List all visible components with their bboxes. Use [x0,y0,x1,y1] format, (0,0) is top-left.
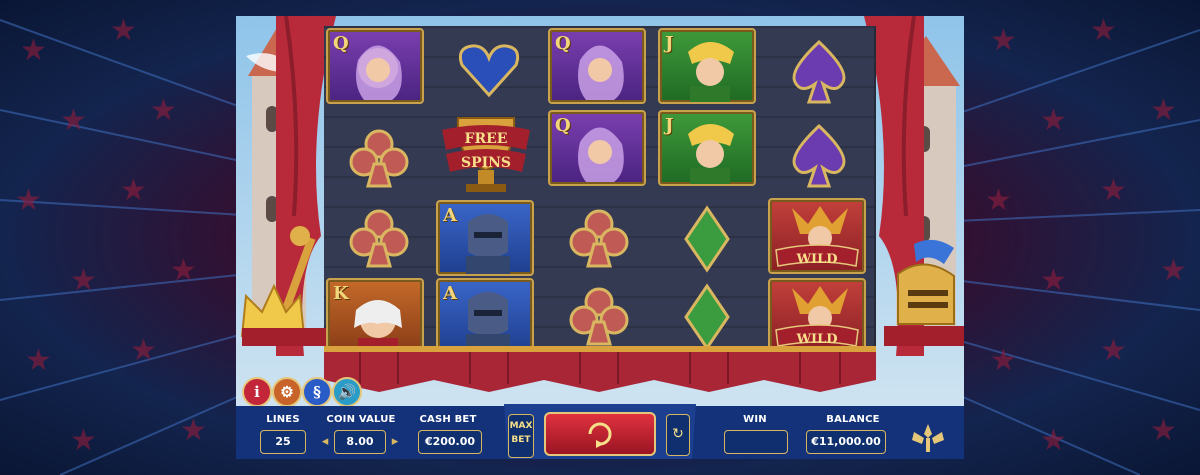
svg-text:★: ★ [70,263,97,298]
svg-text:★: ★ [150,93,177,128]
win-value [724,430,788,454]
king-symbol: K [326,278,424,354]
card-rank: K [333,283,349,304]
svg-text:★: ★ [170,253,197,288]
spade-symbol [792,39,846,104]
coin-value: 8.00 [334,430,386,454]
svg-text:★: ★ [1090,13,1117,48]
reel-area: Q K FREE SPINS A A Q Q J J WILD WILD [324,26,876,356]
card-rank: Q [555,33,571,54]
diamond-symbol [684,283,730,351]
svg-text:★: ★ [20,33,47,68]
wild-text: WILD [795,332,837,347]
max-bet-line1: MAX [509,421,533,431]
svg-text:★: ★ [985,183,1012,218]
slot-game-frame: Q K FREE SPINS A A Q Q J J WILD WILD i ⚙… [236,16,964,459]
yggdrasil-logo-icon [912,424,944,452]
spin-button[interactable] [544,412,656,456]
svg-text:★: ★ [1040,263,1067,298]
card-rank: A [443,205,457,226]
svg-text:★: ★ [120,173,147,208]
coin-decrease-icon[interactable]: ◂ [320,432,330,452]
club-symbol [349,129,409,188]
svg-text:★: ★ [1160,253,1187,288]
crown-scepter-decoration [240,226,326,346]
wild-text: WILD [795,252,837,267]
jack-symbol: J [658,28,756,104]
free-spins-text-2: SPINS [461,155,511,171]
club-symbol [569,209,629,268]
knight-helmet-decoration [884,239,964,346]
ace-symbol: A [436,200,534,276]
ace-symbol: A [436,278,534,354]
max-bet-button[interactable]: MAX BET [508,414,534,458]
svg-text:★: ★ [180,413,207,448]
svg-text:★: ★ [990,343,1017,378]
cash-bet-value: €200.00 [418,430,482,454]
svg-text:★: ★ [60,103,87,138]
free-spins-symbol: FREE SPINS [442,117,530,192]
coin-value-label: COIN VALUE [326,414,396,425]
queen-symbol: Q [548,28,646,104]
balance-label: BALANCE [826,414,880,425]
card-rank: J [665,115,674,136]
win-label: WIN [743,414,767,425]
svg-text:★: ★ [15,183,42,218]
autoplay-icon[interactable]: ↻ [666,414,690,456]
coin-increase-icon[interactable]: ▸ [390,432,400,452]
card-rank: Q [555,115,571,136]
spin-arrows-icon [588,422,612,448]
svg-text:★: ★ [1100,173,1127,208]
card-rank: J [665,33,674,54]
svg-text:★: ★ [1040,423,1067,458]
svg-text:★: ★ [130,333,157,368]
svg-text:★: ★ [110,13,137,48]
balance-value: €11,000.00 [806,430,886,454]
svg-text:★: ★ [70,423,97,458]
lines-value: 25 [260,430,306,454]
spade-symbol [792,123,846,188]
svg-text:★: ★ [1150,413,1177,448]
diamond-symbol [684,205,730,273]
wild-symbol: WILD [768,278,866,354]
card-rank: Q [333,33,349,54]
lines-label: LINES [266,414,300,425]
card-rank: A [443,283,457,304]
stage-valance [324,346,876,392]
queen-symbol: Q [548,110,646,186]
max-bet-line2: BET [511,435,531,445]
svg-text:★: ★ [1150,93,1177,128]
control-bar: LINES 25 COIN VALUE ◂ 8.00 ▸ CASH BET €2… [236,394,964,459]
club-symbol [569,287,629,346]
heart-symbol [458,44,520,98]
svg-text:★: ★ [1040,103,1067,138]
svg-text:★: ★ [25,343,52,378]
svg-text:★: ★ [990,23,1017,58]
wild-symbol: WILD [768,198,866,274]
svg-text:★: ★ [1100,333,1127,368]
club-symbol [349,209,409,268]
queen-symbol: Q [326,28,424,104]
cash-bet-label: CASH BET [419,414,477,425]
jack-symbol: J [658,110,756,186]
free-spins-text-1: FREE [465,131,508,147]
